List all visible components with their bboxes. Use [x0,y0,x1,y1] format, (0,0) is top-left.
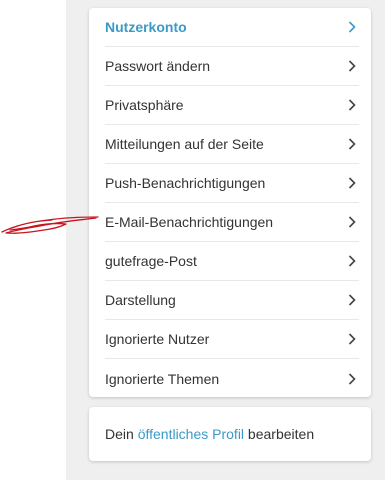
menu-item-post[interactable]: gutefrage-Post [105,242,359,281]
menu-item-passwort[interactable]: Passwort ändern [105,47,359,86]
menu-item-label: Privatsphäre [105,97,184,113]
chevron-right-icon [345,372,359,386]
menu-item-label: Ignorierte Nutzer [105,331,210,347]
menu-item-privatsphaere[interactable]: Privatsphäre [105,86,359,125]
chevron-right-icon [345,254,359,268]
chevron-right-icon [345,20,359,34]
menu-item-mitteilungen[interactable]: Mitteilungen auf der Seite [105,125,359,164]
chevron-right-icon [345,137,359,151]
chevron-right-icon [345,293,359,307]
menu-item-ignorierte-nutzer[interactable]: Ignorierte Nutzer [105,320,359,359]
red-scribble-annotation [1,216,99,234]
menu-item-nutzerkonto[interactable]: Nutzerkonto [105,8,359,47]
menu-item-ignorierte-themen[interactable]: Ignorierte Themen [105,359,359,398]
public-profile-link[interactable]: öffentliches Profil [138,426,244,442]
settings-menu: Nutzerkonto Passwort ändern Privatsphäre… [89,8,371,397]
menu-item-label: Nutzerkonto [105,19,187,35]
menu-item-darstellung[interactable]: Darstellung [105,281,359,320]
menu-item-label: Ignorierte Themen [105,370,220,387]
menu-item-label: gutefrage-Post [105,253,197,269]
menu-item-push[interactable]: Push-Benachrichtigungen [105,164,359,203]
menu-item-label: Darstellung [105,292,176,308]
menu-item-email[interactable]: E-Mail-Benachrichtigungen [105,203,359,242]
profile-text-prefix: Dein [105,426,138,442]
chevron-right-icon [345,332,359,346]
menu-item-label: E-Mail-Benachrichtigungen [105,214,274,230]
chevron-right-icon [345,215,359,229]
menu-item-label: Mitteilungen auf der Seite [105,136,264,152]
chevron-right-icon [345,98,359,112]
menu-item-label: Push-Benachrichtigungen [105,175,266,191]
chevron-right-icon [345,59,359,73]
profile-text-suffix: bearbeiten [244,426,315,442]
profile-card: Dein öffentliches Profil bearbeiten [89,407,371,461]
chevron-right-icon [345,176,359,190]
menu-item-label: Passwort ändern [105,58,211,74]
